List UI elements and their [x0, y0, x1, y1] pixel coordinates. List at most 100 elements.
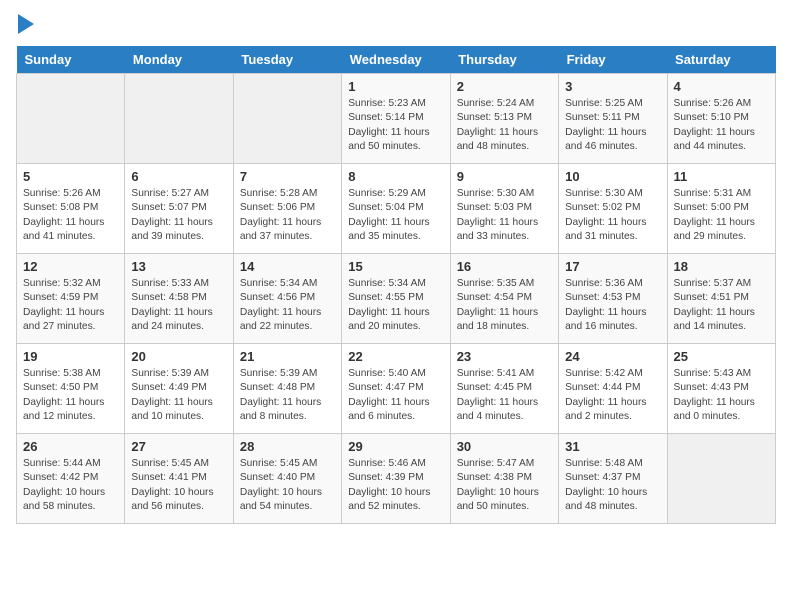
day-number: 14 — [240, 259, 335, 274]
day-info: Sunrise: 5:41 AM Sunset: 4:45 PM Dayligh… — [457, 367, 552, 424]
logo-arrow-icon — [18, 14, 34, 34]
calendar-week-row: 26 Sunrise: 5:44 AM Sunset: 4:42 PM Dayli… — [17, 434, 776, 524]
col-header-sunday: Sunday — [17, 46, 125, 74]
calendar-cell: 18Sunrise: 5:37 AM Sunset: 4:51 PM Dayli… — [667, 254, 775, 344]
calendar-cell: 7 Sunrise: 5:28 AM Sunset: 5:06 PM Daylig… — [233, 164, 341, 254]
day-number: 11 — [674, 169, 769, 184]
day-number: 2 — [457, 79, 552, 94]
day-info: Sunrise: 5:27 AM Sunset: 5:07 PM Dayligh… — [131, 187, 226, 244]
day-number: 28 — [240, 439, 335, 454]
day-info: Sunrise: 5:39 AM Sunset: 4:48 PM Dayligh… — [240, 367, 335, 424]
calendar-cell: 17 Sunrise: 5:36 AM Sunset: 4:53 PM Dayli… — [559, 254, 667, 344]
day-info: Sunrise: 5:30 AM Sunset: 5:03 PM Dayligh… — [457, 187, 552, 244]
calendar-cell: 11 Sunrise: 5:31 AM Sunset: 5:00 PM Dayli… — [667, 164, 775, 254]
day-info: Sunrise: 5:31 AM Sunset: 5:00 PM Dayligh… — [674, 187, 769, 244]
day-number: 7 — [240, 169, 335, 184]
day-number: 13 — [131, 259, 226, 274]
day-number: 4 — [674, 79, 769, 94]
day-number: 6 — [131, 169, 226, 184]
day-info: Sunrise: 5:35 AM Sunset: 4:54 PM Dayligh… — [457, 277, 552, 334]
calendar-week-row: 5 Sunrise: 5:26 AM Sunset: 5:08 PM Daylig… — [17, 164, 776, 254]
calendar-table: SundayMondayTuesdayWednesdayThursdayFrid… — [16, 46, 776, 524]
day-number: 18 — [674, 259, 769, 274]
calendar-cell: 1Sunrise: 5:23 AM Sunset: 5:14 PM Daylig… — [342, 74, 450, 164]
calendar-cell — [17, 74, 125, 164]
page-header — [16, 16, 776, 34]
calendar-week-row: 1Sunrise: 5:23 AM Sunset: 5:14 PM Daylig… — [17, 74, 776, 164]
day-number: 5 — [23, 169, 118, 184]
day-number: 21 — [240, 349, 335, 364]
day-info: Sunrise: 5:32 AM Sunset: 4:59 PM Dayligh… — [23, 277, 118, 334]
day-number: 26 — [23, 439, 118, 454]
calendar-cell: 3 Sunrise: 5:25 AM Sunset: 5:11 PM Daylig… — [559, 74, 667, 164]
calendar-week-row: 19 Sunrise: 5:38 AM Sunset: 4:50 PM Dayli… — [17, 344, 776, 434]
calendar-cell: 31 Sunrise: 5:48 AM Sunset: 4:37 PM Dayli… — [559, 434, 667, 524]
calendar-cell: 20 Sunrise: 5:39 AM Sunset: 4:49 PM Dayli… — [125, 344, 233, 434]
day-number: 17 — [565, 259, 660, 274]
calendar-cell: 27Sunrise: 5:45 AM Sunset: 4:41 PM Dayli… — [125, 434, 233, 524]
day-number: 3 — [565, 79, 660, 94]
day-info: Sunrise: 5:36 AM Sunset: 4:53 PM Dayligh… — [565, 277, 660, 334]
day-info: Sunrise: 5:28 AM Sunset: 5:06 PM Dayligh… — [240, 187, 335, 244]
calendar-cell: 15 Sunrise: 5:34 AM Sunset: 4:55 PM Dayli… — [342, 254, 450, 344]
day-info: Sunrise: 5:30 AM Sunset: 5:02 PM Dayligh… — [565, 187, 660, 244]
calendar-cell: 24 Sunrise: 5:42 AM Sunset: 4:44 PM Dayli… — [559, 344, 667, 434]
calendar-cell: 9 Sunrise: 5:30 AM Sunset: 5:03 PM Daylig… — [450, 164, 558, 254]
day-number: 8 — [348, 169, 443, 184]
day-number: 23 — [457, 349, 552, 364]
day-number: 22 — [348, 349, 443, 364]
day-number: 10 — [565, 169, 660, 184]
calendar-cell: 4 Sunrise: 5:26 AM Sunset: 5:10 PM Daylig… — [667, 74, 775, 164]
col-header-friday: Friday — [559, 46, 667, 74]
logo — [16, 16, 34, 34]
day-number: 1 — [348, 79, 443, 94]
col-header-tuesday: Tuesday — [233, 46, 341, 74]
day-number: 20 — [131, 349, 226, 364]
day-info: Sunrise: 5:26 AM Sunset: 5:08 PM Dayligh… — [23, 187, 118, 244]
day-info: Sunrise: 5:44 AM Sunset: 4:42 PM Dayligh… — [23, 457, 118, 514]
day-info: Sunrise: 5:40 AM Sunset: 4:47 PM Dayligh… — [348, 367, 443, 424]
day-info: Sunrise: 5:25 AM Sunset: 5:11 PM Dayligh… — [565, 97, 660, 154]
calendar-cell: 29 Sunrise: 5:46 AM Sunset: 4:39 PM Dayli… — [342, 434, 450, 524]
day-number: 15 — [348, 259, 443, 274]
day-info: Sunrise: 5:34 AM Sunset: 4:55 PM Dayligh… — [348, 277, 443, 334]
day-info: Sunrise: 5:24 AM Sunset: 5:13 PM Dayligh… — [457, 97, 552, 154]
day-number: 31 — [565, 439, 660, 454]
col-header-saturday: Saturday — [667, 46, 775, 74]
calendar-cell: 13 Sunrise: 5:33 AM Sunset: 4:58 PM Dayli… — [125, 254, 233, 344]
day-info: Sunrise: 5:42 AM Sunset: 4:44 PM Dayligh… — [565, 367, 660, 424]
calendar-cell: 8Sunrise: 5:29 AM Sunset: 5:04 PM Daylig… — [342, 164, 450, 254]
calendar-week-row: 12 Sunrise: 5:32 AM Sunset: 4:59 PM Dayli… — [17, 254, 776, 344]
calendar-cell: 2 Sunrise: 5:24 AM Sunset: 5:13 PM Daylig… — [450, 74, 558, 164]
calendar-cell: 14 Sunrise: 5:34 AM Sunset: 4:56 PM Dayli… — [233, 254, 341, 344]
day-info: Sunrise: 5:48 AM Sunset: 4:37 PM Dayligh… — [565, 457, 660, 514]
calendar-cell — [667, 434, 775, 524]
day-number: 12 — [23, 259, 118, 274]
col-header-monday: Monday — [125, 46, 233, 74]
day-info: Sunrise: 5:39 AM Sunset: 4:49 PM Dayligh… — [131, 367, 226, 424]
calendar-cell: 26 Sunrise: 5:44 AM Sunset: 4:42 PM Dayli… — [17, 434, 125, 524]
calendar-cell: 30Sunrise: 5:47 AM Sunset: 4:38 PM Dayli… — [450, 434, 558, 524]
day-info: Sunrise: 5:34 AM Sunset: 4:56 PM Dayligh… — [240, 277, 335, 334]
calendar-cell: 25Sunrise: 5:43 AM Sunset: 4:43 PM Dayli… — [667, 344, 775, 434]
day-number: 27 — [131, 439, 226, 454]
day-number: 16 — [457, 259, 552, 274]
day-number: 9 — [457, 169, 552, 184]
day-info: Sunrise: 5:26 AM Sunset: 5:10 PM Dayligh… — [674, 97, 769, 154]
day-number: 24 — [565, 349, 660, 364]
day-number: 19 — [23, 349, 118, 364]
col-header-thursday: Thursday — [450, 46, 558, 74]
calendar-cell: 5 Sunrise: 5:26 AM Sunset: 5:08 PM Daylig… — [17, 164, 125, 254]
calendar-cell: 6 Sunrise: 5:27 AM Sunset: 5:07 PM Daylig… — [125, 164, 233, 254]
calendar-cell: 12 Sunrise: 5:32 AM Sunset: 4:59 PM Dayli… — [17, 254, 125, 344]
day-number: 30 — [457, 439, 552, 454]
day-info: Sunrise: 5:46 AM Sunset: 4:39 PM Dayligh… — [348, 457, 443, 514]
calendar-cell: 23 Sunrise: 5:41 AM Sunset: 4:45 PM Dayli… — [450, 344, 558, 434]
calendar-cell: 28Sunrise: 5:45 AM Sunset: 4:40 PM Dayli… — [233, 434, 341, 524]
day-info: Sunrise: 5:38 AM Sunset: 4:50 PM Dayligh… — [23, 367, 118, 424]
day-number: 29 — [348, 439, 443, 454]
day-info: Sunrise: 5:43 AM Sunset: 4:43 PM Dayligh… — [674, 367, 769, 424]
calendar-cell — [125, 74, 233, 164]
calendar-header-row: SundayMondayTuesdayWednesdayThursdayFrid… — [17, 46, 776, 74]
day-info: Sunrise: 5:33 AM Sunset: 4:58 PM Dayligh… — [131, 277, 226, 334]
